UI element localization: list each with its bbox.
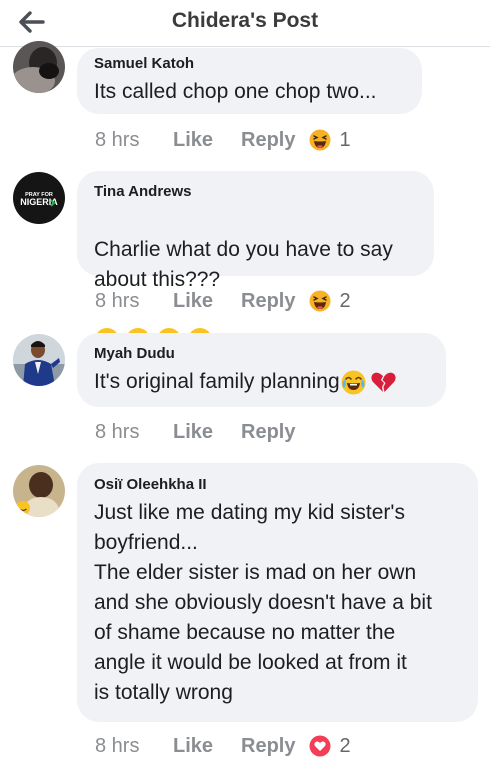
comment-bubble: Myah Dudu It's original family planning	[77, 333, 446, 407]
reaction-count: 1	[339, 128, 351, 151]
comment-bubble: Osiï Oleehkha II Just like me dating my …	[77, 463, 478, 722]
comment-text: Just like me dating my kid sister's boyf…	[94, 501, 432, 704]
comment-text: It's original family planning	[94, 367, 432, 397]
comment-author[interactable]: Samuel Katoh	[94, 55, 408, 73]
avatar[interactable]	[13, 41, 65, 93]
comment-time[interactable]: 8 hrs	[95, 129, 173, 152]
reply-button[interactable]: Reply	[241, 735, 295, 758]
comment-time[interactable]: 8 hrs	[95, 290, 173, 313]
reaction-count: 2	[339, 289, 351, 312]
comment-author[interactable]: Osiï Oleehkha II	[94, 476, 464, 494]
profile-photo	[13, 465, 65, 517]
avatar[interactable]	[13, 465, 65, 517]
like-button[interactable]: Like	[173, 129, 241, 152]
avatar[interactable]: PRAY FOR NIGERIA	[13, 172, 65, 224]
haha-reaction-icon	[309, 129, 331, 151]
profile-photo: PRAY FOR NIGERIA	[13, 172, 65, 224]
reaction-summary[interactable]: 1	[309, 128, 351, 152]
haha-reaction-icon	[309, 290, 331, 312]
love-reaction-icon	[309, 735, 331, 757]
reply-button[interactable]: Reply	[241, 129, 295, 152]
tears-of-joy-icon	[341, 370, 366, 395]
reply-button[interactable]: Reply	[241, 421, 295, 444]
reaction-summary[interactable]: 2	[309, 734, 351, 758]
profile-photo	[13, 41, 65, 93]
avatar[interactable]	[13, 334, 65, 386]
comment-bubble: Tina Andrews Charlie what do you have to…	[77, 171, 434, 353]
comment-actions: 8 hrs Like Reply 2	[95, 731, 351, 761]
comment-text: Its called chop one chop two...	[94, 80, 377, 103]
profile-photo	[13, 334, 65, 386]
comment-bubble: Samuel Katoh Its called chop one chop tw…	[77, 48, 422, 114]
comment-actions: 8 hrs Like Reply	[95, 417, 309, 447]
comment-author[interactable]: Myah Dudu	[94, 345, 432, 363]
top-bar: Chidera's Post	[0, 0, 490, 47]
broken-heart-icon	[371, 372, 396, 392]
like-button[interactable]: Like	[173, 735, 241, 758]
reaction-summary[interactable]: 2	[309, 289, 351, 313]
reaction-count: 2	[339, 734, 351, 757]
page-title: Chidera's Post	[171, 9, 319, 32]
comment-author[interactable]: Tina Andrews	[94, 183, 420, 201]
like-button[interactable]: Like	[173, 421, 241, 444]
comment-time[interactable]: 8 hrs	[95, 735, 173, 758]
comment-time[interactable]: 8 hrs	[95, 421, 173, 444]
comment-actions: 8 hrs Like Reply 2	[95, 286, 351, 316]
reply-button[interactable]: Reply	[241, 290, 295, 313]
like-button[interactable]: Like	[173, 290, 241, 313]
comment-actions: 8 hrs Like Reply 1	[95, 125, 351, 155]
